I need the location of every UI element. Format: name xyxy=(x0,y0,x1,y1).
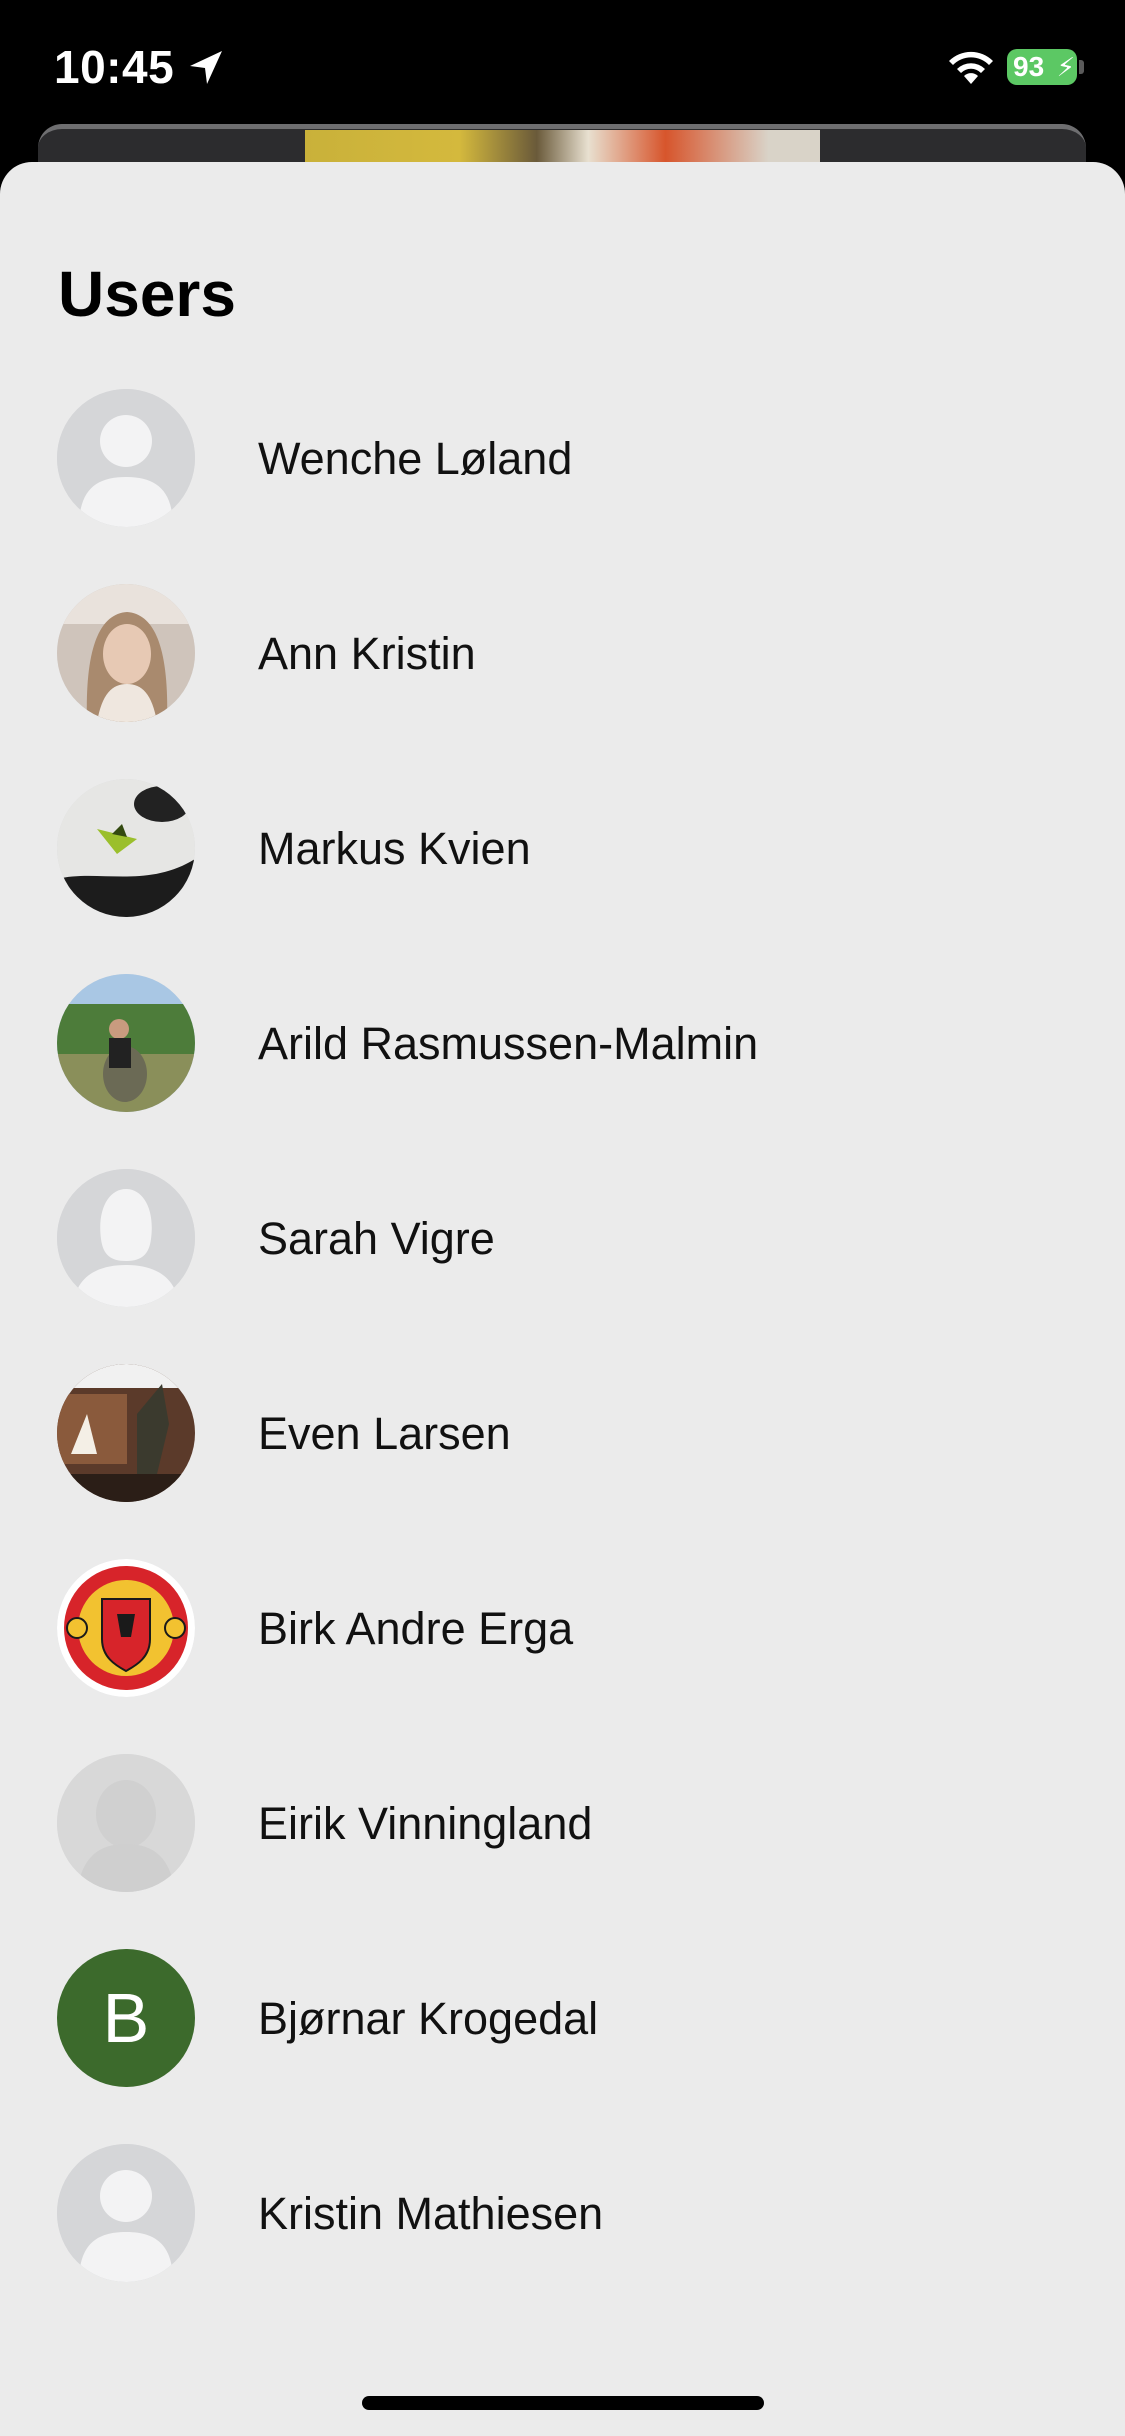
avatar: B xyxy=(57,1949,195,2087)
user-name: Ann Kristin xyxy=(258,628,476,679)
person-female-placeholder-icon xyxy=(57,1169,195,1307)
person-placeholder-icon xyxy=(57,2144,195,2282)
profile-photo xyxy=(57,584,195,722)
user-name: Markus Kvien xyxy=(258,823,531,874)
user-row[interactable]: Kristin Mathiesen xyxy=(0,2112,1125,2307)
manchester-united-crest-icon xyxy=(57,1559,195,1697)
avatar xyxy=(57,1169,195,1307)
location-arrow-icon xyxy=(186,48,226,88)
home-indicator[interactable] xyxy=(362,2396,764,2410)
avatar xyxy=(57,974,195,1112)
avatar-initial: B xyxy=(102,1979,150,2057)
avatar xyxy=(57,1754,195,1892)
user-name: Wenche Løland xyxy=(258,433,573,484)
battery-indicator: 93 ⚡ xyxy=(1007,49,1077,85)
user-name: Birk Andre Erga xyxy=(258,1603,574,1654)
sheet-title: Users xyxy=(58,258,236,330)
user-name: Arild Rasmussen-Malmin xyxy=(258,1018,759,1069)
avatar xyxy=(57,2144,195,2282)
user-name: Kristin Mathiesen xyxy=(258,2188,604,2239)
users-screen: 10:45 93 ⚡ Users Wenche Løland Ann Krist… xyxy=(0,0,1125,2436)
user-name: Even Larsen xyxy=(258,1408,511,1459)
user-row[interactable]: Even Larsen xyxy=(0,1332,1125,1527)
avatar xyxy=(57,389,195,527)
charging-bolt-icon: ⚡ xyxy=(1056,52,1075,82)
user-row[interactable]: Eirik Vinningland xyxy=(0,1722,1125,1917)
wifi-icon xyxy=(946,48,996,86)
battery-cap xyxy=(1079,60,1084,74)
status-bar: 10:45 93 ⚡ xyxy=(0,0,1125,135)
profile-photo xyxy=(57,1364,195,1502)
avatar xyxy=(57,1364,195,1502)
user-row[interactable]: Wenche Løland xyxy=(0,357,1125,552)
avatar xyxy=(57,779,195,917)
status-time: 10:45 xyxy=(54,41,175,93)
profile-photo xyxy=(57,1754,195,1892)
user-row[interactable]: Markus Kvien xyxy=(0,747,1125,942)
user-name: Sarah Vigre xyxy=(258,1213,495,1264)
user-name: Eirik Vinningland xyxy=(258,1798,593,1849)
profile-photo xyxy=(57,974,195,1112)
profile-photo xyxy=(57,779,195,917)
battery-level: 93 xyxy=(1013,51,1045,82)
avatar xyxy=(57,1559,195,1697)
user-row[interactable]: B Bjørnar Krogedal xyxy=(0,1917,1125,2112)
user-row[interactable]: Ann Kristin xyxy=(0,552,1125,747)
user-row[interactable]: Birk Andre Erga xyxy=(0,1527,1125,1722)
user-name: Bjørnar Krogedal xyxy=(258,1993,599,2044)
avatar xyxy=(57,584,195,722)
person-placeholder-icon xyxy=(57,389,195,527)
users-sheet: Users Wenche Løland Ann Kristin Markus K… xyxy=(0,162,1125,2436)
user-row[interactable]: Arild Rasmussen-Malmin xyxy=(0,942,1125,1137)
user-row[interactable]: Sarah Vigre xyxy=(0,1137,1125,1332)
